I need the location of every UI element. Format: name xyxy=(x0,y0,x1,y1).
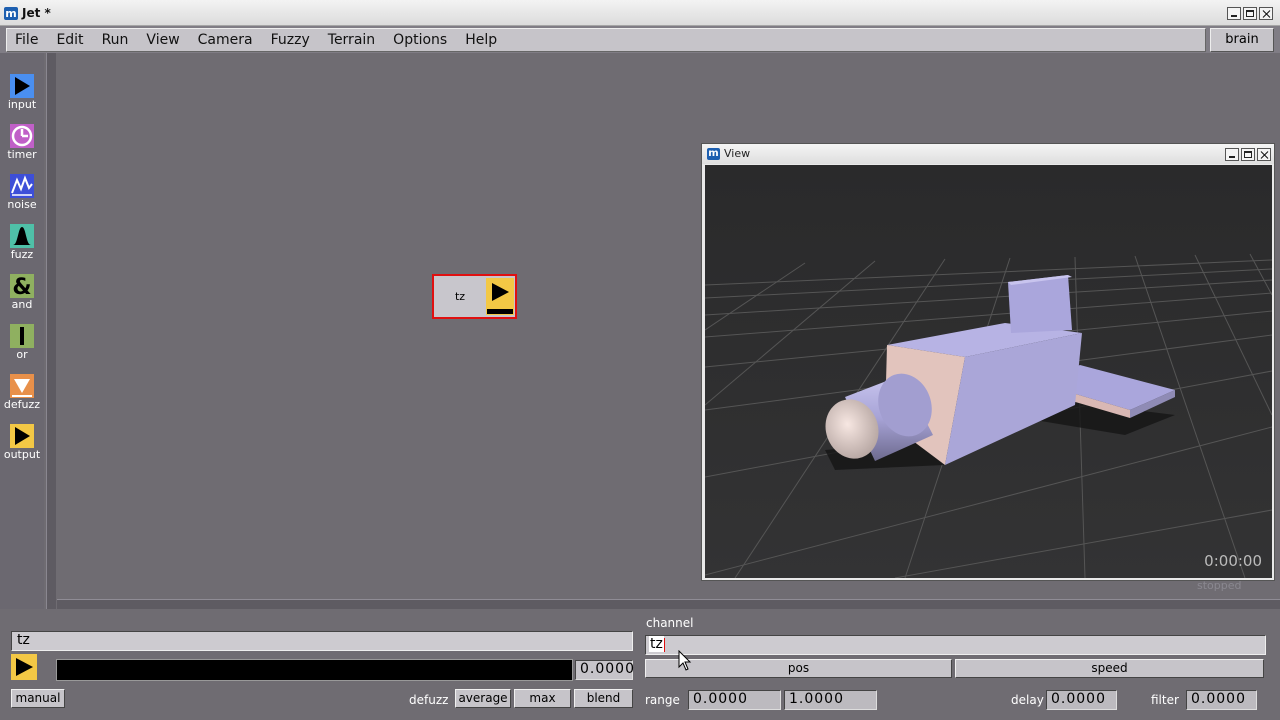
node-toolbox: input timer noise fuzz & and or defuzz o… xyxy=(0,53,44,610)
tool-timer-label: timer xyxy=(7,148,37,161)
menu-edit[interactable]: Edit xyxy=(48,32,91,48)
tool-fuzz-label: fuzz xyxy=(10,248,34,261)
delay-label: delay xyxy=(1011,693,1044,707)
channel-input[interactable]: tz xyxy=(645,635,1266,655)
maximize-icon[interactable] xyxy=(1243,7,1257,20)
output-value: 0.0000 xyxy=(575,660,634,680)
range-max-field[interactable]: 1.0000 xyxy=(784,690,877,710)
noise-wave-icon xyxy=(10,174,34,198)
view-title-bar[interactable]: m View xyxy=(702,144,1274,164)
tool-or[interactable]: or xyxy=(2,313,42,363)
range-label: range xyxy=(645,693,680,707)
horizontal-scrollbar[interactable] xyxy=(57,599,1280,609)
tool-and-label: and xyxy=(11,298,33,311)
input-arrow-icon xyxy=(10,74,34,98)
defuzz-label: defuzz xyxy=(409,693,449,707)
output-node-tz[interactable]: tz xyxy=(432,274,517,319)
svg-text:&: & xyxy=(12,275,31,298)
3d-scene xyxy=(705,165,1272,578)
close-icon[interactable] xyxy=(1257,148,1271,161)
window-title: Jet * xyxy=(22,6,51,20)
tool-timer[interactable]: timer xyxy=(2,113,42,163)
output-level-bar xyxy=(56,659,573,681)
minimize-icon[interactable] xyxy=(1225,148,1239,161)
maximize-icon[interactable] xyxy=(1241,148,1255,161)
and-ampersand-icon: & xyxy=(10,274,34,300)
menu-options[interactable]: Options xyxy=(385,32,455,48)
window-controls xyxy=(1227,7,1273,20)
output-arrow-icon xyxy=(10,424,34,448)
view-window[interactable]: m View 0:00:00 xyxy=(701,143,1275,581)
brain-button[interactable]: brain xyxy=(1210,28,1274,52)
node-label: tz xyxy=(454,290,466,303)
properties-panel: tz 0.0000 manual defuzz average max blen… xyxy=(0,609,1280,720)
tool-or-label: or xyxy=(16,348,28,361)
menu-run[interactable]: Run xyxy=(94,32,137,48)
channel-label: channel xyxy=(646,616,694,630)
defuzz-average-button[interactable]: average xyxy=(455,689,511,708)
app-icon: m xyxy=(4,7,18,20)
3d-viewport[interactable]: 0:00:00 xyxy=(705,165,1272,578)
mouse-pointer-icon xyxy=(678,650,692,671)
speed-button[interactable]: speed xyxy=(955,659,1264,678)
title-bar: m Jet * xyxy=(0,0,1280,26)
menu-camera[interactable]: Camera xyxy=(190,32,261,48)
minimize-icon[interactable] xyxy=(1227,7,1241,20)
range-min-field[interactable]: 0.0000 xyxy=(688,690,781,710)
tool-defuzz[interactable]: defuzz xyxy=(2,363,42,413)
menu-bar: File Edit Run View Camera Fuzzy Terrain … xyxy=(0,26,1280,53)
manual-button[interactable]: manual xyxy=(11,689,65,708)
defuzz-max-button[interactable]: max xyxy=(514,689,571,708)
menu-view[interactable]: View xyxy=(138,32,187,48)
timer-clock-icon xyxy=(10,124,34,148)
or-bar-icon xyxy=(10,324,34,348)
menu-help[interactable]: Help xyxy=(457,32,505,48)
delay-field[interactable]: 0.0000 xyxy=(1046,690,1117,710)
filter-field[interactable]: 0.0000 xyxy=(1186,690,1257,710)
app-icon: m xyxy=(707,148,720,160)
channel-value: tz xyxy=(649,636,664,652)
fuzz-bell-icon xyxy=(10,224,34,248)
tool-noise[interactable]: noise xyxy=(2,163,42,213)
tool-noise-label: noise xyxy=(7,198,37,211)
node-level-bar xyxy=(487,309,513,314)
view-window-controls xyxy=(1225,148,1271,161)
tool-defuzz-label: defuzz xyxy=(3,398,41,411)
output-arrow-icon xyxy=(486,278,514,315)
tool-output-label: output xyxy=(3,448,41,461)
tool-output[interactable]: output xyxy=(2,413,42,463)
tool-fuzz[interactable]: fuzz xyxy=(2,213,42,263)
tool-and[interactable]: & and xyxy=(2,263,42,313)
menu-area: File Edit Run View Camera Fuzzy Terrain … xyxy=(6,28,1206,52)
run-status: stopped xyxy=(1197,579,1242,592)
tool-input-label: input xyxy=(7,98,37,111)
defuzz-triangle-icon xyxy=(10,374,34,398)
view-title: View xyxy=(724,147,751,160)
output-arrow-icon xyxy=(11,654,37,680)
menu-fuzzy[interactable]: Fuzzy xyxy=(263,32,318,48)
filter-label: filter xyxy=(1151,693,1179,707)
text-caret xyxy=(664,638,665,652)
defuzz-blend-button[interactable]: blend xyxy=(574,689,633,708)
tool-input[interactable]: input xyxy=(2,63,42,113)
close-icon[interactable] xyxy=(1259,7,1273,20)
vertical-scrollbar[interactable] xyxy=(46,53,56,610)
node-name-field[interactable]: tz xyxy=(11,631,633,651)
menu-terrain[interactable]: Terrain xyxy=(320,32,383,48)
sim-clock: 0:00:00 xyxy=(1204,552,1262,570)
menu-file[interactable]: File xyxy=(7,32,46,48)
